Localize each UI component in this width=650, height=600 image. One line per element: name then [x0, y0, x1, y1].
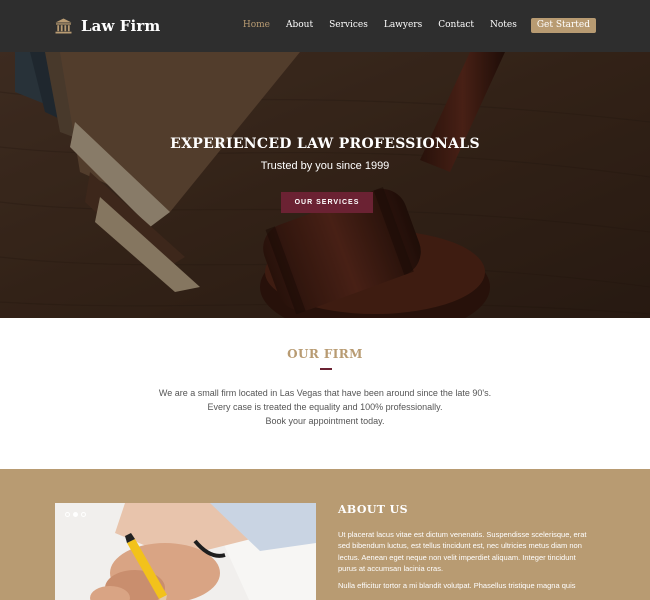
- nav-about[interactable]: About: [286, 17, 313, 33]
- firm-line: Every case is treated the equality and 1…: [207, 402, 443, 412]
- firm-line: Book your appointment today.: [265, 416, 385, 426]
- firm-line: We are a small firm located in Las Vegas…: [158, 388, 492, 398]
- nav-lawyers[interactable]: Lawyers: [384, 17, 422, 33]
- slider-dot[interactable]: [81, 512, 86, 517]
- navbar: Law Firm Home About Services Lawyers Con…: [0, 0, 650, 52]
- our-firm-section: OUR FIRM We are a small firm located in …: [0, 318, 650, 469]
- about-text: Ut placerat lacus vitae est dictum venen…: [338, 529, 590, 591]
- main-nav: Home About Services Lawyers Contact Note…: [227, 17, 596, 33]
- slider-dot[interactable]: [65, 512, 70, 517]
- writing-hand-image: [55, 503, 316, 600]
- nav-services[interactable]: Services: [329, 17, 368, 33]
- about-paragraph: Nulla efficitur tortor a mi blandit volu…: [338, 581, 576, 591]
- hero-title: EXPERIENCED LAW PROFESSIONALS: [170, 136, 480, 152]
- hero-subtitle: Trusted by you since 1999: [260, 160, 390, 172]
- slider-dot-active[interactable]: [73, 512, 78, 517]
- brand-logo[interactable]: Law Firm: [55, 15, 160, 37]
- brand-name: Law Firm: [81, 17, 161, 35]
- nav-notes[interactable]: Notes: [490, 17, 517, 33]
- about-paragraph: Ut placerat lacus vitae est dictum venen…: [338, 530, 587, 573]
- nav-home[interactable]: Home: [243, 17, 270, 33]
- about-section: ABOUT US Ut placerat lacus vitae est dic…: [0, 469, 650, 600]
- courthouse-icon: [55, 18, 72, 34]
- nav-contact[interactable]: Contact: [438, 17, 474, 33]
- hero-section: EXPERIENCED LAW PROFESSIONALS Trusted by…: [0, 52, 650, 318]
- slider-dots: [65, 512, 86, 517]
- firm-description: We are a small firm located in Las Vegas…: [0, 386, 650, 428]
- hero-gavel-books-image: [0, 52, 650, 318]
- about-heading: ABOUT US: [338, 503, 408, 516]
- get-started-button[interactable]: Get Started: [530, 17, 596, 33]
- about-image-slider[interactable]: [55, 503, 316, 600]
- heading-divider: [320, 368, 332, 370]
- our-firm-heading: OUR FIRM: [287, 347, 363, 361]
- our-services-button[interactable]: OUR SERVICES: [281, 192, 373, 213]
